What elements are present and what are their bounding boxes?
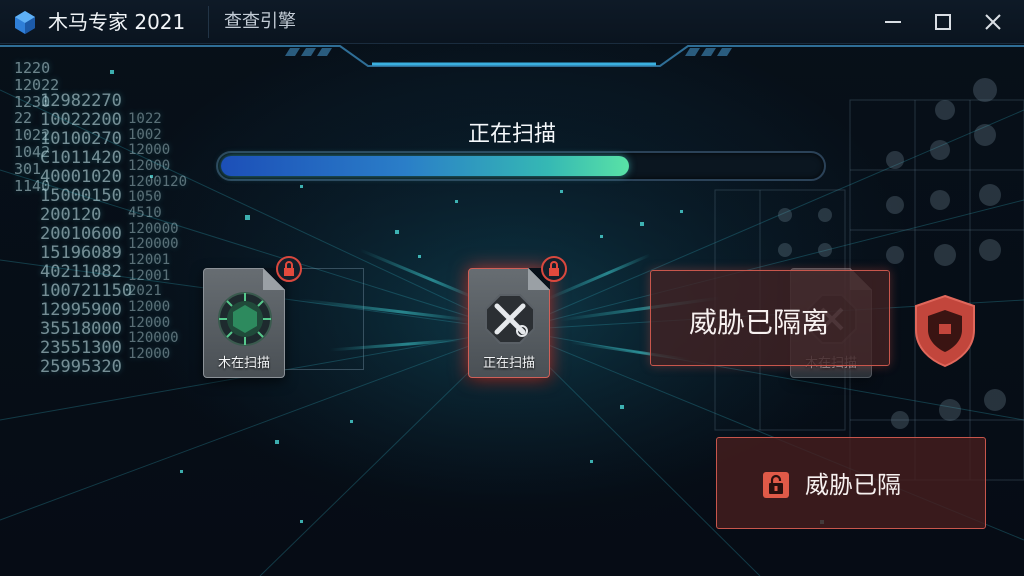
code-line: 12000 — [128, 158, 171, 175]
lock-badge — [541, 256, 567, 282]
code-line: 15196089 — [40, 243, 122, 264]
code-line: 4510 — [128, 205, 162, 222]
close-icon — [985, 14, 1001, 30]
code-line: 40211082 — [40, 262, 122, 283]
code-line: 12000 — [128, 346, 171, 363]
maximize-button[interactable] — [928, 7, 958, 37]
code-line: 15000150 — [40, 186, 122, 207]
code-line: 12000 — [128, 299, 171, 316]
lock-icon — [284, 261, 294, 276]
file-card-label: 木在扫描 — [217, 356, 270, 371]
threat-quarantined-panel: 威胁已隔离 — [650, 270, 890, 366]
code-line: 35518000 — [40, 319, 122, 340]
code-line: 23551300 — [40, 338, 122, 359]
code-line: 12982270 — [40, 91, 122, 111]
scan-frame — [282, 268, 364, 370]
close-button[interactable] — [978, 7, 1008, 37]
code-line: 25995320 — [40, 357, 122, 378]
scan-progress-fill — [221, 156, 629, 176]
shield-icon — [915, 294, 975, 368]
code-line: 12001 — [128, 252, 171, 269]
code-stream-mid: 1022 1002 12000 12000 1200120 1050 4510 120000 1… — [128, 111, 188, 363]
lock-icon — [763, 472, 789, 498]
code-line: 200120 — [40, 205, 102, 226]
code-line: 1050 — [128, 189, 162, 206]
app-window: 1220 12022 1230 22 1022 1042 301 1140 12982270 1… — [0, 0, 1024, 576]
scan-progress-bar — [216, 151, 826, 181]
code-line: 2021 — [128, 283, 162, 300]
file-card-label: 正在扫描 — [482, 356, 535, 371]
code-line: 1200120 — [128, 173, 188, 190]
threat-quarantine-button[interactable]: 威胁已隔 — [716, 437, 986, 529]
crossed-tools-icon — [485, 294, 535, 344]
virus-icon — [218, 292, 272, 346]
title-divider — [208, 6, 209, 38]
app-title: 木马专家 2021 — [48, 10, 186, 34]
minimize-button[interactable] — [878, 7, 908, 37]
lock-badge — [276, 256, 302, 282]
code-line: C1011420 — [40, 148, 122, 169]
maximize-icon — [935, 14, 951, 30]
file-card-scanning: 木在扫描 — [203, 268, 285, 378]
tab-engine[interactable]: 查查引擎 — [224, 9, 296, 35]
file-card-alert: 正在扫描 — [468, 268, 550, 378]
app-logo-icon — [15, 11, 35, 34]
threat-button-label: 威胁已隔 — [805, 471, 901, 499]
lock-icon — [549, 261, 559, 276]
scan-status-title: 正在扫描 — [467, 121, 556, 146]
title-bar: 木马专家 2021 查查引擎 — [0, 0, 1024, 44]
code-line: 12995900 — [40, 300, 122, 321]
threat-quarantined-text: 威胁已隔离 — [688, 306, 829, 339]
code-line: 20010600 — [40, 224, 122, 245]
code-line: 120000 — [128, 330, 179, 347]
code-line: 100721150 — [40, 281, 133, 302]
code-line: 120000 — [128, 236, 179, 253]
minimize-icon — [885, 21, 901, 23]
header-decoration — [0, 45, 1024, 67]
code-line: 40001020 — [40, 167, 122, 188]
